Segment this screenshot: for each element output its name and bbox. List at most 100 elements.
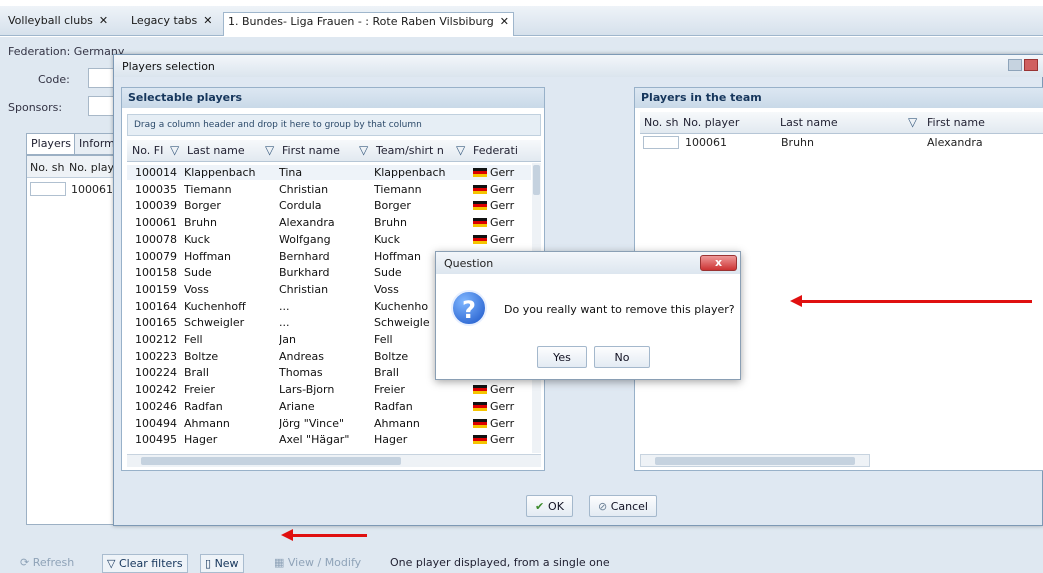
cancel-icon: ⊘	[598, 500, 611, 513]
table-row[interactable]: 100242 Freier Lars-Bjorn Freier Gerr	[127, 382, 531, 397]
scroll-thumb[interactable]	[533, 165, 540, 195]
table-row[interactable]: 100246 Radfan Ariane Radfan Gerr	[127, 399, 531, 414]
col-first-name[interactable]: First name	[282, 144, 340, 157]
germany-flag-icon	[473, 418, 487, 428]
cell-no: 100224	[135, 366, 177, 380]
filter-icon[interactable]: ▽	[908, 115, 917, 129]
new-button[interactable]: ▯ New	[200, 554, 244, 573]
cell-first-name: Lars-Bjorn	[279, 383, 335, 397]
refresh-button[interactable]: ⟳ Refresh	[16, 554, 78, 573]
restore-icon[interactable]	[1008, 59, 1022, 71]
close-icon[interactable]: ✕	[99, 14, 108, 27]
cell-federation: Gerr	[490, 383, 515, 397]
tab-legacy-tabs[interactable]: Legacy tabs ✕	[131, 14, 212, 32]
table-row[interactable]: 100494 Ahmann Jörg "Vince" Ahmann Gerr	[127, 416, 531, 431]
horizontal-scrollbar[interactable]	[640, 454, 870, 467]
tab-label: Volleyball clubs	[8, 14, 93, 27]
detail-tabs: Players Inform	[26, 133, 126, 155]
col-team-shirt[interactable]: Team/shirt n	[376, 144, 444, 157]
table-row[interactable]: 100061 Bruhn Alexandra Bruhn Gerr	[127, 215, 531, 230]
cell-last-name: Hoffman	[184, 249, 232, 263]
view-modify-button[interactable]: ▦ View / Modify	[270, 554, 365, 573]
cell-team-shirt: Radfan	[374, 399, 413, 413]
app-window: Volleyball clubs ✕ Legacy tabs ✕ 1. Bundes…	[0, 0, 1043, 573]
close-icon[interactable]: ✕	[500, 15, 509, 28]
filter-icon[interactable]: ▽	[359, 143, 368, 157]
col-no-sh[interactable]: No. sh	[30, 161, 64, 174]
close-icon[interactable]: x	[700, 255, 737, 271]
question-icon: ?	[451, 290, 487, 326]
close-icon[interactable]: ✕	[203, 14, 212, 27]
close-icon[interactable]	[1024, 59, 1038, 71]
new-label: New	[214, 557, 239, 570]
col-last-name[interactable]: Last name	[187, 144, 245, 157]
cell-last-name: Freier	[184, 383, 215, 397]
tab-rote-raben[interactable]: 1. Bundes- Liga Frauen - : Rote Raben Vi…	[223, 12, 514, 36]
horizontal-scrollbar[interactable]	[127, 454, 541, 467]
row-cell[interactable]	[643, 136, 679, 149]
cell-federation: Gerr	[490, 182, 515, 196]
cell-first-name: Axel "Hägar"	[279, 433, 350, 447]
cell-no: 100212	[135, 333, 177, 346]
cell-no: 100223	[135, 349, 177, 363]
table-row[interactable]: 100061 Bruhn Alexandra	[640, 135, 1043, 151]
tab-players[interactable]: Players	[26, 133, 76, 155]
cell-team-shirt: Tiemann	[374, 182, 422, 196]
refresh-icon: ⟳	[20, 556, 33, 569]
cell-last-name: Boltze	[184, 349, 219, 363]
group-by-bar[interactable]: Drag a column header and drop it here to…	[127, 114, 541, 136]
table-row[interactable]: 100035 Tiemann Christian Tiemann Gerr	[127, 182, 531, 197]
col-no-player[interactable]: No. player	[683, 116, 739, 129]
dialog-title: Question	[436, 252, 740, 274]
window-controls	[1008, 59, 1038, 73]
cell-last-name: Sude	[184, 266, 212, 280]
col-no-fi[interactable]: No. FI	[132, 144, 163, 157]
cell-federation: Gerr	[490, 433, 515, 447]
code-field[interactable]	[88, 68, 114, 88]
yes-button[interactable]: Yes	[537, 346, 587, 368]
team-column-headers: No. sh No. player Last name ▽ First name	[640, 112, 1043, 134]
cell-federation: Gerr	[490, 416, 515, 430]
cell-first-name: Bernhard	[279, 249, 330, 263]
col-no-player[interactable]: No. play	[69, 161, 114, 174]
cell-first-name: Tina	[279, 166, 303, 179]
cell-no: 100494	[135, 416, 177, 430]
col-first-name[interactable]: First name	[927, 116, 985, 129]
scroll-thumb[interactable]	[141, 457, 401, 465]
table-row[interactable]: 100495 Hager Axel "Hägar" Hager Gerr	[127, 432, 531, 447]
clear-filters-button[interactable]: ▽ Clear filters	[102, 554, 188, 573]
col-no-sh[interactable]: No. sh	[644, 116, 678, 129]
ok-button[interactable]: ✔ OK	[526, 495, 573, 517]
cell-last-name: Schweigler	[184, 316, 245, 330]
cell-no: 100495	[135, 433, 177, 447]
col-last-name[interactable]: Last name	[780, 116, 838, 129]
cell-team-shirt: Freier	[374, 383, 405, 397]
table-row[interactable]: 100014 Klappenbach Tina Klappenbach Gerr	[127, 165, 531, 180]
cancel-button[interactable]: ⊘ Cancel	[589, 495, 657, 517]
cell-last-name: Radfan	[184, 399, 223, 413]
cell-first-name: ...	[279, 299, 290, 313]
window-title: Players selection	[114, 55, 1043, 77]
filter-icon[interactable]: ▽	[456, 143, 465, 157]
cell-first-name: Ariane	[279, 399, 315, 413]
cell-federation: Gerr	[490, 232, 515, 246]
ok-label: OK	[548, 500, 564, 513]
cell-federation: Gerr	[490, 216, 515, 230]
germany-flag-icon	[473, 218, 487, 228]
no-button[interactable]: No	[594, 346, 650, 368]
view-modify-label: View / Modify	[287, 556, 362, 569]
row-cell[interactable]	[30, 182, 66, 196]
col-federation[interactable]: Federati	[473, 144, 518, 157]
scroll-thumb[interactable]	[655, 457, 855, 465]
sponsors-field[interactable]	[88, 96, 114, 116]
grid-header: No. sh No. play	[27, 156, 122, 178]
table-row[interactable]: 100039 Borger Cordula Borger Gerr	[127, 198, 531, 213]
table-row[interactable]: 100078 Kuck Wolfgang Kuck Gerr	[127, 232, 531, 247]
tab-volleyball-clubs[interactable]: Volleyball clubs ✕	[8, 14, 108, 32]
germany-flag-icon	[473, 201, 487, 211]
filter-icon[interactable]: ▽	[265, 143, 274, 157]
column-headers: No. FI ▽ Last name ▽ First name ▽ Team/s…	[127, 140, 541, 162]
cell-last-name: Borger	[184, 199, 221, 213]
filter-icon[interactable]: ▽	[170, 143, 179, 157]
cell-team-shirt: Bruhn	[374, 216, 407, 230]
